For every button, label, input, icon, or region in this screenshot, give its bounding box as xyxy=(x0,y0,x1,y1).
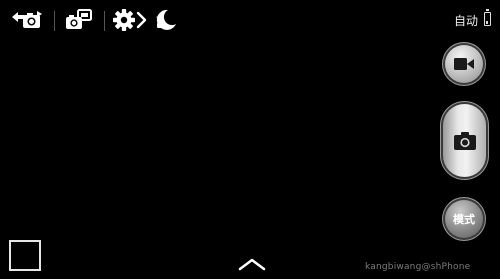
mode-button-label: 模式 xyxy=(453,213,475,226)
gallery-thumbnail[interactable] xyxy=(9,240,41,271)
video-record-button[interactable] xyxy=(445,45,483,83)
battery-icon xyxy=(484,9,491,26)
top-toolbar: 自动 xyxy=(0,0,500,40)
shutter-button[interactable] xyxy=(443,104,486,177)
chevron-up-icon[interactable] xyxy=(238,256,266,272)
mode-button[interactable]: 模式 xyxy=(445,200,483,238)
auto-mode-label: 自动 xyxy=(454,14,479,28)
camera-shutter-icon xyxy=(453,131,476,150)
switch-camera-icon[interactable] xyxy=(10,7,44,33)
settings-gear-icon[interactable] xyxy=(112,7,148,33)
video-camera-icon xyxy=(454,58,474,70)
night-mode-icon[interactable] xyxy=(152,7,178,33)
toolbar-divider xyxy=(54,11,55,31)
watermark-text: kangbiwang@shPhone xyxy=(365,262,471,272)
shooting-mode-camera-icon[interactable] xyxy=(64,7,94,33)
toolbar-divider xyxy=(104,11,105,31)
